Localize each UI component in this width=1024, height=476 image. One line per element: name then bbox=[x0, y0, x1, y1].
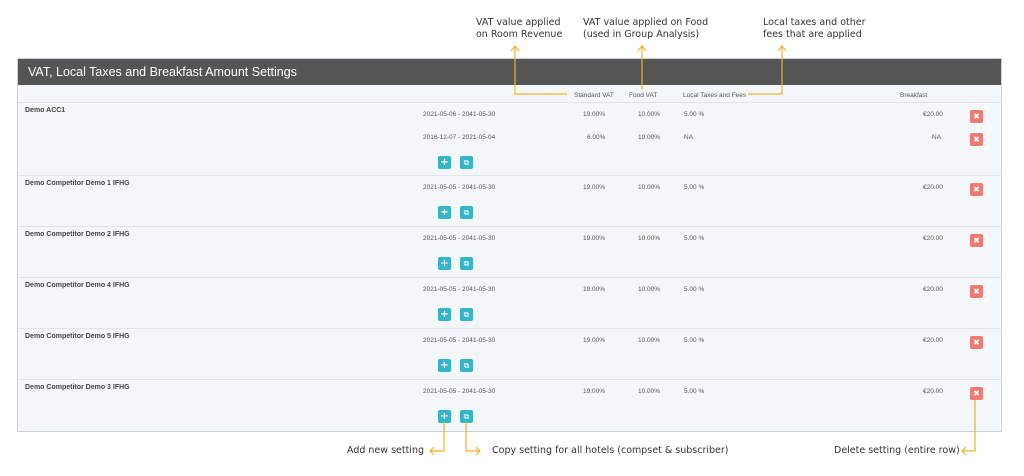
food-vat-value: 19.00% bbox=[638, 134, 661, 141]
standard-vat-value: 19.00% bbox=[583, 388, 606, 395]
local-taxes-value: 5.00 % bbox=[684, 337, 705, 344]
date-range: 2021-05-06 - 2041-05-30 bbox=[423, 111, 496, 118]
copy-setting-button[interactable]: ⧉ bbox=[460, 257, 473, 270]
arrowhead-local-taxes bbox=[777, 45, 787, 52]
copy-setting-button[interactable]: ⧉ bbox=[460, 410, 473, 423]
annotation-local-taxes: Local taxes and other fees that are appl… bbox=[763, 17, 866, 41]
arrowhead-add-new bbox=[429, 446, 435, 456]
hotel-name: Demo Competitor Demo 2 IFHG bbox=[25, 231, 130, 238]
hotel-name: Demo ACC1 bbox=[25, 107, 66, 114]
copy-setting-button[interactable]: ⧉ bbox=[460, 206, 473, 219]
food-vat-value: 10.00% bbox=[638, 337, 661, 344]
date-range: 2021-05-05 - 2041-05-30 bbox=[423, 337, 496, 344]
breakfast-value: €20.00 bbox=[923, 184, 943, 191]
standard-vat-value: 19.00% bbox=[583, 286, 606, 293]
annotation-copy-setting: Copy setting for all hotels (compset & s… bbox=[492, 445, 729, 456]
breakfast-value: €20.00 bbox=[923, 111, 943, 118]
annotation-line: (used in Group Analysis) bbox=[583, 29, 700, 40]
panel-header: VAT, Local Taxes and Breakfast Amount Se… bbox=[18, 59, 1001, 85]
local-taxes-value: 5.00 % bbox=[684, 286, 705, 293]
add-setting-button[interactable]: + bbox=[438, 410, 451, 423]
local-taxes-value: 5.00 % bbox=[684, 388, 705, 395]
table-row: Demo Competitor Demo 3 IFHG 2021-05-05 -… bbox=[18, 380, 1001, 430]
date-range: 2016-12-07 - 2021-05-04 bbox=[423, 134, 496, 141]
add-setting-button[interactable]: + bbox=[438, 359, 451, 372]
annotation-vat-food: VAT value applied on Food (used in Group… bbox=[583, 17, 708, 41]
local-taxes-value: 5.00 % bbox=[684, 111, 705, 118]
annotation-add-new: Add new setting bbox=[347, 445, 425, 456]
copy-setting-button[interactable]: ⧉ bbox=[460, 359, 473, 372]
annotation-line: fees that are applied bbox=[763, 29, 862, 40]
settings-panel: VAT, Local Taxes and Breakfast Amount Se… bbox=[17, 58, 1002, 432]
standard-vat-value: 19.00% bbox=[583, 184, 606, 191]
hotel-name: Demo Competitor Demo 1 IFHG bbox=[25, 180, 130, 187]
standard-vat-value: 19.00% bbox=[583, 337, 606, 344]
food-vat-value: 10.00% bbox=[638, 286, 661, 293]
table-row: Demo Competitor Demo 5 IFHG 2021-05-05 -… bbox=[18, 329, 1001, 380]
local-taxes-value: 5.00 % bbox=[684, 184, 705, 191]
standard-vat-value: 19.00% bbox=[583, 235, 606, 242]
arrowhead-delete bbox=[961, 446, 967, 456]
annotation-line: on Room Revenue bbox=[476, 29, 563, 40]
date-range: 2021-05-05 - 2041-05-30 bbox=[423, 388, 496, 395]
table-row: Demo Competitor Demo 4 IFHG 2021-05-05 -… bbox=[18, 278, 1001, 329]
hotel-name: Demo Competitor Demo 4 IFHG bbox=[25, 282, 130, 289]
breakfast-value: €20.00 bbox=[923, 235, 943, 242]
date-range: 2021-05-05 - 2041-05-30 bbox=[423, 286, 496, 293]
delete-setting-button[interactable]: ✖ bbox=[970, 133, 983, 146]
arrowhead-vat-room bbox=[510, 45, 520, 52]
table-row: Demo Competitor Demo 2 IFHG 2021-05-05 -… bbox=[18, 227, 1001, 278]
food-vat-value: 10.00% bbox=[638, 184, 661, 191]
copy-setting-button[interactable]: ⧉ bbox=[460, 156, 473, 169]
annotation-line: VAT value applied bbox=[476, 17, 561, 28]
annotation-line: VAT value applied on Food bbox=[583, 17, 709, 28]
delete-setting-button[interactable]: ✖ bbox=[970, 387, 983, 400]
breakfast-value: NA bbox=[932, 134, 942, 141]
delete-setting-button[interactable]: ✖ bbox=[970, 336, 983, 349]
panel-title: VAT, Local Taxes and Breakfast Amount Se… bbox=[28, 65, 297, 79]
column-header-food-vat: Food VAT bbox=[629, 92, 658, 99]
annotation-vat-room: VAT value applied on Room Revenue bbox=[476, 17, 562, 41]
date-range: 2021-05-05 - 2041-05-30 bbox=[423, 235, 496, 242]
local-taxes-value: NA bbox=[684, 134, 694, 141]
food-vat-value: 10.00% bbox=[638, 388, 661, 395]
standard-vat-value: 19.00% bbox=[583, 111, 606, 118]
annotation-delete-setting: Delete setting (entire row) bbox=[834, 445, 960, 456]
breakfast-value: €20.00 bbox=[923, 286, 943, 293]
delete-setting-button[interactable]: ✖ bbox=[970, 234, 983, 247]
date-range: 2021-05-05 - 2041-05-30 bbox=[423, 184, 496, 191]
breakfast-value: €20.00 bbox=[923, 337, 943, 344]
delete-setting-button[interactable]: ✖ bbox=[970, 183, 983, 196]
column-header-breakfast: Breakfast bbox=[900, 92, 928, 99]
food-vat-value: 10.00% bbox=[638, 235, 661, 242]
hotel-name: Demo Competitor Demo 5 IFHG bbox=[25, 333, 130, 340]
arrowhead-food-vat bbox=[637, 45, 647, 52]
column-header-standard-vat: Standard VAT bbox=[574, 92, 614, 99]
standard-vat-value: 6.00% bbox=[587, 134, 606, 141]
delete-setting-button[interactable]: ✖ bbox=[970, 110, 983, 123]
table-row: Demo Competitor Demo 1 IFHG 2021-05-05 -… bbox=[18, 176, 1001, 227]
add-setting-button[interactable]: + bbox=[438, 308, 451, 321]
annotation-line: Local taxes and other bbox=[763, 17, 866, 28]
delete-setting-button[interactable]: ✖ bbox=[970, 285, 983, 298]
arrowhead-copy bbox=[475, 446, 481, 456]
breakfast-value: €20.00 bbox=[923, 388, 943, 395]
table-row: Demo ACC1 2021-05-06 - 2041-05-30 19.00%… bbox=[18, 103, 1001, 176]
food-vat-value: 10.00% bbox=[638, 111, 661, 118]
add-setting-button[interactable]: + bbox=[438, 206, 451, 219]
add-setting-button[interactable]: + bbox=[438, 257, 451, 270]
hotel-name: Demo Competitor Demo 3 IFHG bbox=[25, 384, 130, 391]
local-taxes-value: 5.00 % bbox=[684, 235, 705, 242]
copy-setting-button[interactable]: ⧉ bbox=[460, 308, 473, 321]
add-setting-button[interactable]: + bbox=[438, 156, 451, 169]
column-header-local-taxes: Local Taxes and Fees bbox=[683, 92, 747, 99]
